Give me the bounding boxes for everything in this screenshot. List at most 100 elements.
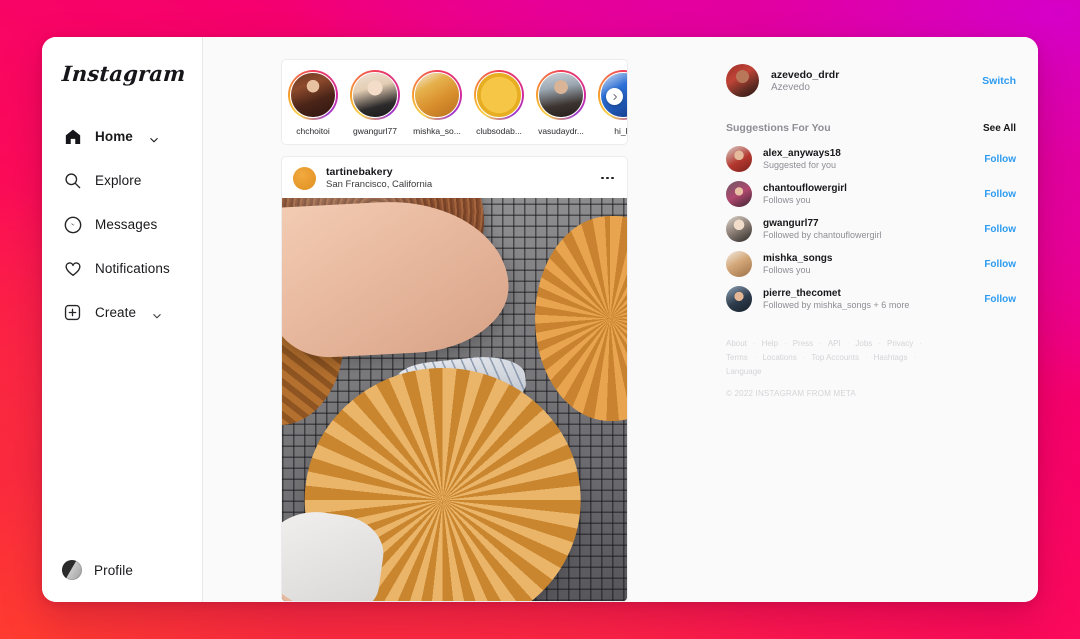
suggestion-subtitle: Follows you xyxy=(763,195,811,205)
instagram-app-window: Instagram Home Explore Messages Notifica… xyxy=(42,37,1038,602)
list-item: alex_anyways18 Suggested for you Follow xyxy=(726,146,1016,172)
follow-button[interactable]: Follow xyxy=(984,259,1016,270)
story-username: clubsodab... xyxy=(476,126,522,136)
sidebar-item-label: Profile xyxy=(94,562,133,578)
follow-button[interactable]: Follow xyxy=(984,294,1016,305)
account-fullname: Azevedo xyxy=(771,81,810,93)
post-image[interactable] xyxy=(282,198,627,601)
search-icon xyxy=(62,170,83,191)
avatar[interactable] xyxy=(726,64,759,97)
post-author-meta: tartinebakery San Francisco, California xyxy=(326,166,589,190)
suggestion-username[interactable]: pierre_thecomet xyxy=(763,288,973,299)
instagram-logo[interactable]: Instagram xyxy=(42,61,203,86)
footer-link[interactable]: Help xyxy=(762,339,778,348)
story-item[interactable]: chchoitoi xyxy=(282,70,344,136)
avatar[interactable] xyxy=(726,286,752,312)
footer-link[interactable]: Hashtags xyxy=(874,353,908,362)
suggestion-meta: pierre_thecomet Followed by mishka_songs… xyxy=(763,288,973,310)
post-location[interactable]: San Francisco, California xyxy=(326,179,589,190)
story-username: hi_ki xyxy=(614,126,627,136)
feed-post: tartinebakery San Francisco, California xyxy=(281,156,628,602)
story-item[interactable]: mishka_so... xyxy=(406,70,468,136)
footer-link[interactable]: Press xyxy=(793,339,813,348)
see-all-button[interactable]: See All xyxy=(983,123,1016,134)
chevron-down-icon xyxy=(152,308,162,319)
suggestion-username[interactable]: gwangurl77 xyxy=(763,218,973,229)
main-navigation: Home Explore Messages Notifications Crea… xyxy=(42,126,202,323)
footer-link[interactable]: Locations xyxy=(762,353,796,362)
copyright-text: © 2022 INSTAGRAM FROM META xyxy=(726,389,856,398)
post-username[interactable]: tartinebakery xyxy=(326,166,589,178)
story-ring xyxy=(536,70,586,120)
sidebar-item-label: Notifications xyxy=(95,261,170,276)
story-username: chchoitoi xyxy=(296,126,330,136)
suggestions-list: alex_anyways18 Suggested for you Follow … xyxy=(726,146,1016,312)
story-ring xyxy=(474,70,524,120)
right-sidebar: azevedo_drdr Azevedo Switch Suggestions … xyxy=(706,37,1038,602)
footer-link[interactable]: Privacy xyxy=(887,339,913,348)
stories-tray: chchoitoi gwangurl77 mishka_so... clubso… xyxy=(281,59,628,145)
story-username: gwangurl77 xyxy=(353,126,397,136)
footer-link[interactable]: Jobs xyxy=(855,339,872,348)
sidebar-item-label: Home xyxy=(95,129,133,144)
sidebar-item-explore[interactable]: Explore xyxy=(62,170,202,191)
footer-link[interactable]: About xyxy=(726,339,747,348)
suggestion-username[interactable]: mishka_songs xyxy=(763,253,973,264)
suggestion-meta: gwangurl77 Followed by chantouflowergirl xyxy=(763,218,973,240)
home-icon xyxy=(62,126,83,147)
sidebar-item-messages[interactable]: Messages xyxy=(62,214,202,235)
ellipsis-icon[interactable] xyxy=(599,173,616,184)
sidebar-item-profile[interactable]: Profile xyxy=(62,560,133,580)
switch-account-button[interactable]: Switch xyxy=(982,75,1016,87)
suggestions-header: Suggestions For You See All xyxy=(726,122,1016,134)
suggestion-subtitle: Follows you xyxy=(763,265,811,275)
follow-button[interactable]: Follow xyxy=(984,154,1016,165)
story-ring xyxy=(350,70,400,120)
suggestion-username[interactable]: alex_anyways18 xyxy=(763,148,973,159)
heart-icon xyxy=(62,258,83,279)
suggestion-subtitle: Suggested for you xyxy=(763,160,837,170)
feed-column: chchoitoi gwangurl77 mishka_so... clubso… xyxy=(203,37,706,602)
footer-link[interactable]: Language xyxy=(726,367,762,376)
avatar[interactable] xyxy=(726,181,752,207)
story-item[interactable]: vasudaydr... xyxy=(530,70,592,136)
list-item: gwangurl77 Followed by chantouflowergirl… xyxy=(726,216,1016,242)
stories-next-button[interactable] xyxy=(606,88,623,105)
chevron-down-icon xyxy=(149,132,159,143)
post-author-avatar[interactable] xyxy=(293,166,316,190)
suggestions-title: Suggestions For You xyxy=(726,122,831,134)
sidebar-item-home[interactable]: Home xyxy=(62,126,202,147)
story-item[interactable]: clubsodab... xyxy=(468,70,530,136)
chevron-right-icon xyxy=(612,93,617,100)
post-header: tartinebakery San Francisco, California xyxy=(282,157,627,198)
footer-links-row-1: About · Help · Press · API · Jobs · Privacy · … xyxy=(726,339,922,376)
follow-button[interactable]: Follow xyxy=(984,224,1016,235)
sidebar-item-notifications[interactable]: Notifications xyxy=(62,258,202,279)
footer-link[interactable]: Top Accounts xyxy=(811,353,859,362)
story-item[interactable]: gwangurl77 xyxy=(344,70,406,136)
messenger-icon xyxy=(62,214,83,235)
follow-button[interactable]: Follow xyxy=(984,189,1016,200)
sidebar-item-create[interactable]: Create xyxy=(62,302,202,323)
suggestion-subtitle: Followed by chantouflowergirl xyxy=(763,230,882,240)
story-ring xyxy=(288,70,338,120)
sidebar-item-label: Explore xyxy=(95,173,142,188)
suggestion-meta: chantouflowergirl Follows you xyxy=(763,183,973,205)
profile-avatar xyxy=(62,560,82,580)
footer-link[interactable]: Terms xyxy=(726,353,748,362)
suggestion-meta: alex_anyways18 Suggested for you xyxy=(763,148,973,170)
suggestion-username[interactable]: chantouflowergirl xyxy=(763,183,973,194)
footer-link[interactable]: API xyxy=(828,339,841,348)
story-username: vasudaydr... xyxy=(538,126,584,136)
sidebar-item-label: Create xyxy=(95,305,137,320)
sidebar-item-label: Messages xyxy=(95,217,158,232)
account-username[interactable]: azevedo_drdr xyxy=(771,69,970,81)
avatar[interactable] xyxy=(726,146,752,172)
avatar[interactable] xyxy=(726,216,752,242)
avatar[interactable] xyxy=(726,251,752,277)
left-sidebar: Instagram Home Explore Messages Notifica… xyxy=(42,37,203,602)
current-account-row: azevedo_drdr Azevedo Switch xyxy=(726,64,1016,97)
list-item: pierre_thecomet Followed by mishka_songs… xyxy=(726,286,1016,312)
story-ring xyxy=(412,70,462,120)
story-username: mishka_so... xyxy=(413,126,461,136)
